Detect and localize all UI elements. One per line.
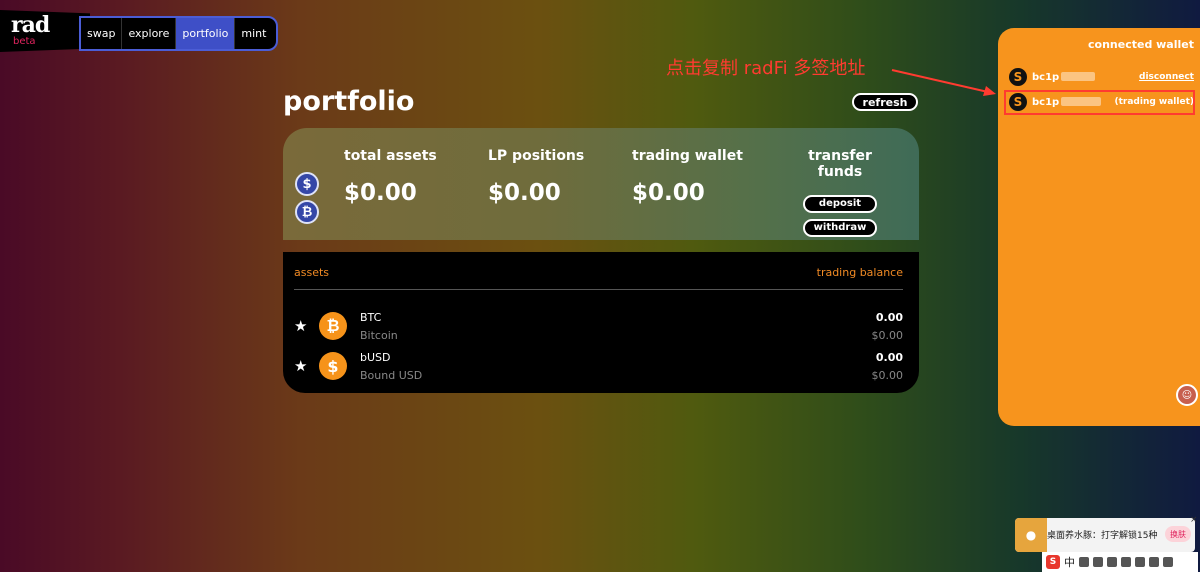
- microphone-icon[interactable]: [1093, 557, 1103, 567]
- wallet-row-main: S bc1p disconnect: [1009, 67, 1194, 87]
- ime-promo-card[interactable]: ● 桌面养水豚：打字解锁15种萌宠 换肤: [1015, 518, 1195, 552]
- ime-close-icon[interactable]: ×: [1190, 515, 1198, 525]
- ime-skin-button[interactable]: 换肤: [1165, 526, 1191, 542]
- capybara-avatar-icon: ●: [1015, 518, 1047, 552]
- connected-wallet-panel: connected wallet S bc1p disconnect S bc1…: [998, 28, 1200, 426]
- ime-promo-text: 桌面养水豚：打字解锁15种萌宠: [1047, 531, 1157, 541]
- disconnect-link[interactable]: disconnect: [1139, 72, 1194, 82]
- wallet-logo-icon: S: [1009, 68, 1027, 86]
- wallet-address[interactable]: bc1p: [1032, 72, 1096, 83]
- ime-language-toggle[interactable]: 中: [1064, 554, 1075, 570]
- ime-toolbar: S 中: [1042, 552, 1198, 572]
- keyboard-icon[interactable]: [1107, 557, 1117, 567]
- floating-widget-icon[interactable]: ☺: [1176, 384, 1198, 406]
- sogou-logo-icon[interactable]: S: [1046, 555, 1060, 569]
- connected-wallet-title: connected wallet: [1088, 38, 1194, 51]
- grid-menu-icon[interactable]: [1149, 557, 1159, 567]
- annotation-highlight-box: [1004, 90, 1195, 115]
- skin-icon[interactable]: [1135, 557, 1145, 567]
- punctuation-icon[interactable]: [1079, 557, 1089, 567]
- toolbox-icon[interactable]: [1121, 557, 1131, 567]
- emoji-icon[interactable]: [1163, 557, 1173, 567]
